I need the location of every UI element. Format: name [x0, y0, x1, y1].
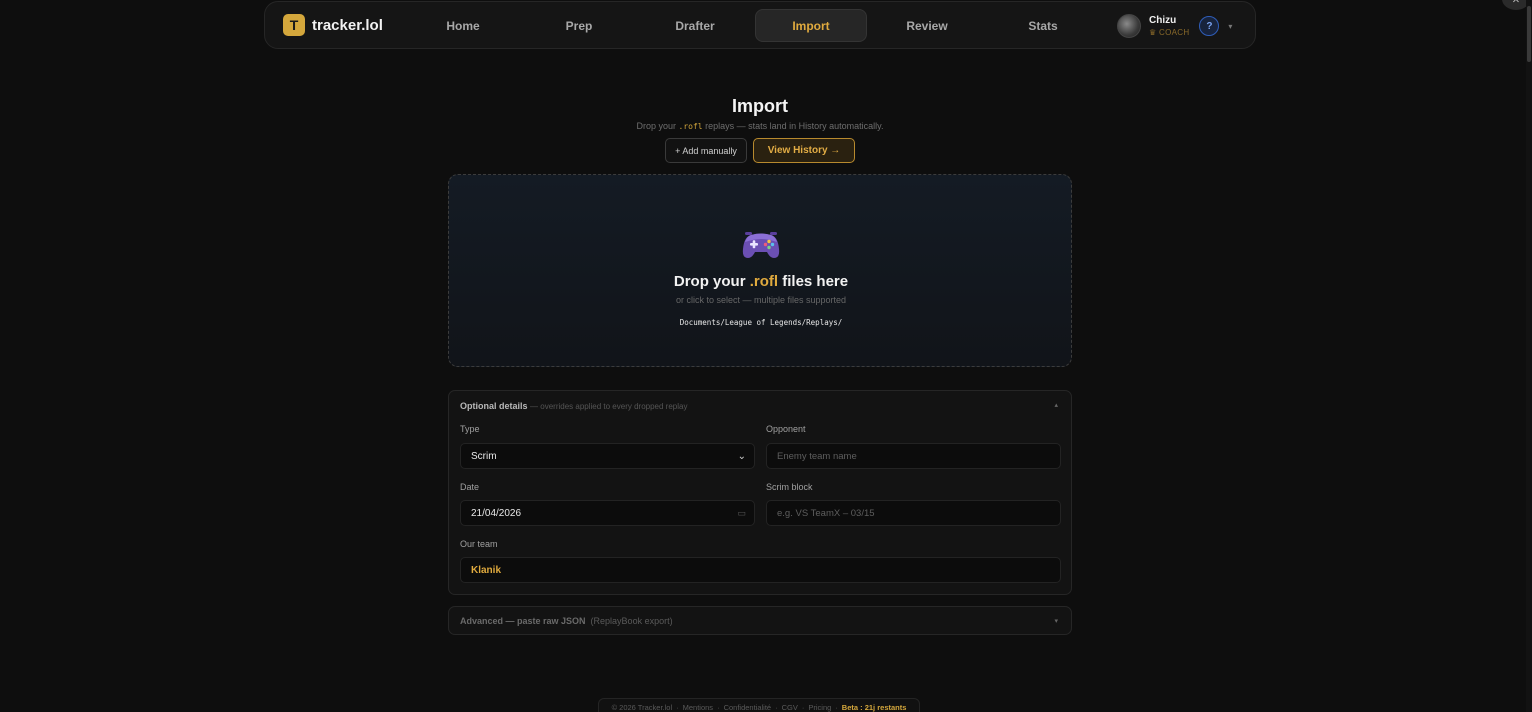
- top-navbar: T tracker.lol Home Prep Drafter Import R…: [264, 1, 1256, 49]
- footer-separator: ·: [775, 703, 778, 712]
- type-select-value: Scrim: [471, 450, 497, 462]
- chevron-down-icon[interactable]: ▾: [1228, 22, 1232, 31]
- optional-details-header[interactable]: Optional details — overrides applied to …: [460, 401, 687, 411]
- footer-link-mentions[interactable]: Mentions: [683, 703, 713, 712]
- footer-link-cgv[interactable]: CGV: [782, 703, 798, 712]
- footer-separator: ·: [835, 703, 838, 712]
- date-label: Date: [460, 482, 480, 492]
- user-name: Chizu: [1149, 14, 1177, 26]
- dropzone-title-accent: .rofl: [749, 273, 779, 290]
- footer-copyright: © 2026 Tracker.lol: [611, 703, 673, 712]
- subtitle-suffix: replays — stats land in History automati…: [705, 121, 884, 131]
- user-role-label: COACH: [1159, 27, 1190, 37]
- chevron-up-icon[interactable]: ▴: [1054, 401, 1058, 409]
- dropzone-title: Drop your .rofl files here: [449, 273, 1073, 290]
- user-menu[interactable]: Chizu ♛ COACH ? ▾: [1117, 11, 1232, 41]
- scrollbar-thumb[interactable]: [1527, 6, 1531, 62]
- scrim-block-placeholder: e.g. VS TeamX – 03/15: [777, 507, 875, 519]
- subtitle-code: .rofl: [678, 122, 703, 131]
- optional-details-panel: Optional details — overrides applied to …: [448, 390, 1072, 595]
- page-subtitle: Drop your .rofl replays — stats land in …: [0, 121, 1520, 131]
- beta-badge: Beta : 21j restants: [841, 703, 907, 712]
- chevron-down-icon: ⌄: [737, 450, 746, 462]
- scrim-block-input[interactable]: e.g. VS TeamX – 03/15: [766, 500, 1061, 526]
- nav-item-review[interactable]: Review: [869, 9, 985, 42]
- scrim-block-label: Scrim block: [766, 482, 813, 492]
- type-label: Type: [460, 424, 480, 434]
- footer-link-pricing[interactable]: Pricing: [808, 703, 831, 712]
- dropzone-hint: or click to select — multiple files supp…: [675, 295, 847, 305]
- replays-path: Documents/League of Legends/Replays/: [679, 318, 843, 327]
- user-role: ♛ COACH: [1149, 27, 1190, 37]
- advanced-json-panel[interactable]: Advanced — paste raw JSON (ReplayBook ex…: [448, 606, 1072, 635]
- dropzone-title-suffix: files here: [782, 273, 849, 290]
- help-button[interactable]: ?: [1199, 16, 1220, 36]
- advanced-subtitle: (ReplayBook export): [590, 615, 673, 626]
- footer-separator: ·: [801, 703, 805, 712]
- nav-items: Home Prep Drafter Import Review Stats: [405, 9, 1101, 42]
- date-input-value: 21/04/2026: [471, 507, 522, 519]
- avatar: [1117, 14, 1141, 38]
- optional-details-title: Optional details: [460, 401, 528, 411]
- our-team-input[interactable]: Klanik: [460, 557, 1061, 583]
- subtitle-prefix: Drop your: [636, 121, 676, 131]
- crown-icon: ♛: [1149, 27, 1157, 37]
- footer-separator: ·: [676, 703, 679, 712]
- nav-item-home[interactable]: Home: [405, 9, 521, 42]
- header-actions: + Add manually View History →: [665, 138, 855, 163]
- opponent-input[interactable]: Enemy team name: [766, 443, 1061, 469]
- nav-item-stats[interactable]: Stats: [985, 9, 1101, 42]
- optional-details-subtitle: — overrides applied to every dropped rep…: [530, 402, 688, 411]
- page-title: Import: [732, 96, 788, 116]
- footer-link-confidentialite[interactable]: Confidentialité: [724, 703, 772, 712]
- nav-item-prep[interactable]: Prep: [521, 9, 637, 42]
- opponent-input-placeholder: Enemy team name: [777, 450, 857, 462]
- brand[interactable]: T tracker.lol: [283, 14, 423, 36]
- type-select[interactable]: Scrim ⌄: [460, 443, 755, 469]
- scrollbar[interactable]: [1526, 0, 1532, 712]
- calendar-icon[interactable]: ▭: [737, 508, 746, 519]
- our-team-value: Klanik: [471, 564, 502, 576]
- brand-logo: T: [283, 14, 305, 36]
- brand-name: tracker.lol: [312, 16, 383, 34]
- chevron-down-icon: ▾: [1054, 617, 1058, 625]
- advanced-title: Advanced — paste raw JSON: [460, 615, 586, 626]
- footer: © 2026 Tracker.lol · Mentions · Confiden…: [598, 698, 920, 712]
- footer-separator: ·: [717, 703, 720, 712]
- nav-item-import[interactable]: Import: [755, 9, 867, 42]
- opponent-label: Opponent: [766, 424, 806, 434]
- user-info: Chizu ♛ COACH: [1149, 14, 1190, 37]
- dropzone-title-prefix: Drop your: [673, 273, 746, 290]
- add-manually-button[interactable]: + Add manually: [665, 138, 747, 163]
- file-dropzone[interactable]: Drop your .rofl files here or click to s…: [448, 174, 1072, 367]
- date-input[interactable]: 21/04/2026 ▭: [460, 500, 755, 526]
- our-team-label: Our team: [460, 539, 498, 549]
- nav-item-drafter[interactable]: Drafter: [637, 9, 753, 42]
- view-history-button[interactable]: View History →: [753, 138, 855, 163]
- gamepad-icon: [449, 229, 1073, 266]
